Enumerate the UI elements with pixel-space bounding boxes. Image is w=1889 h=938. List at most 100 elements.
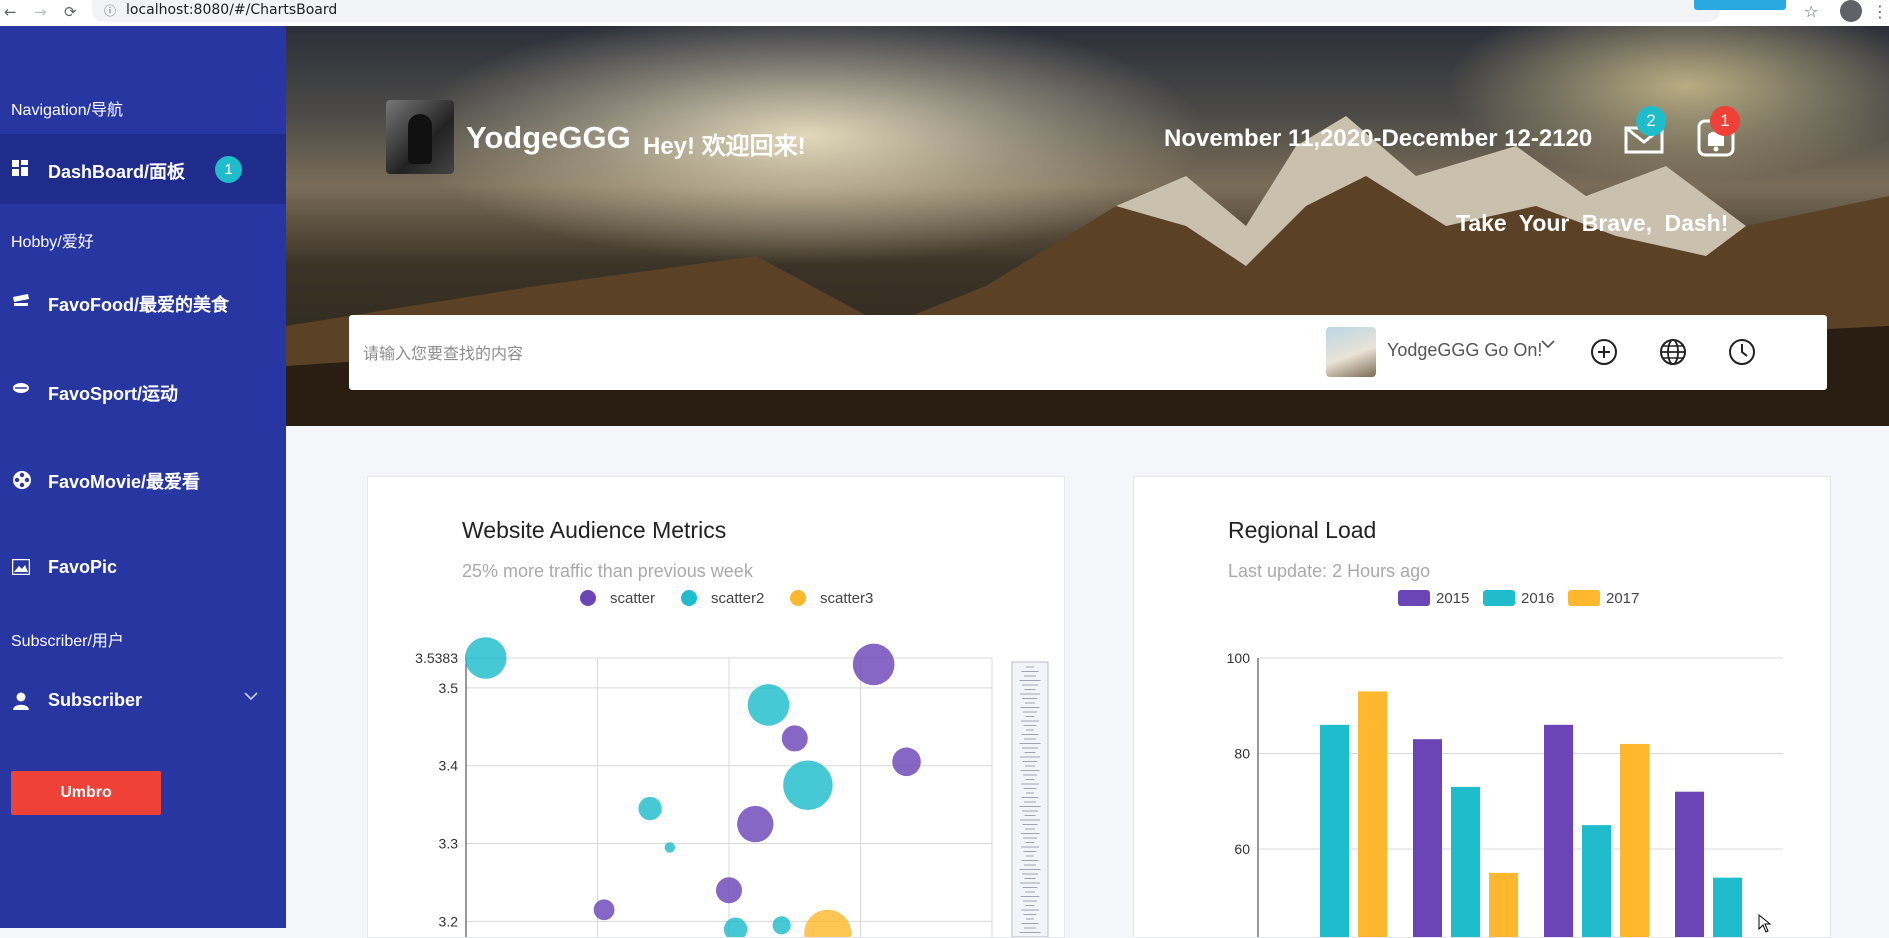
legend-label: 2016 bbox=[1521, 590, 1554, 607]
y-tick-label: 3.2 bbox=[439, 913, 459, 929]
sidebar-group-navigation: Navigation/导航 bbox=[11, 102, 124, 119]
sidebar: Navigation/导航 DashBoard/面板 1 Hobby/爱好 Fa… bbox=[0, 26, 286, 928]
y-tick-label: 3.4 bbox=[439, 758, 459, 774]
hero-greeting: Hey! 欢迎回来! bbox=[643, 133, 806, 160]
forward-button[interactable]: → bbox=[34, 3, 47, 21]
mail-badge: 2 bbox=[1636, 106, 1666, 136]
reload-button[interactable]: ⟳ bbox=[64, 3, 77, 21]
sidebar-item-subscriber[interactable]: Subscriber bbox=[0, 666, 286, 736]
umbro-button[interactable]: Umbro bbox=[11, 771, 161, 815]
y-tick-label: 80 bbox=[1234, 746, 1250, 762]
legend-label: 2015 bbox=[1436, 590, 1469, 607]
hero-banner: YodgeGGG Hey! 欢迎回来! November 11,2020-Dec… bbox=[286, 26, 1889, 426]
bar bbox=[1320, 724, 1349, 937]
movie-icon bbox=[12, 470, 31, 489]
scatter-point bbox=[464, 637, 507, 679]
legend-label: 2017 bbox=[1606, 590, 1639, 607]
scatter-point bbox=[593, 899, 615, 921]
bar bbox=[1489, 872, 1518, 937]
legend-label: scatter bbox=[610, 590, 655, 607]
bar bbox=[1582, 825, 1611, 937]
scatter-point bbox=[664, 842, 676, 853]
legend-marker bbox=[1568, 590, 1600, 606]
mouse-cursor-icon bbox=[1758, 914, 1772, 933]
sidebar-item-favofood[interactable]: FavoFood/最爱的美食 bbox=[0, 267, 286, 337]
legend-marker bbox=[681, 590, 697, 606]
account-avatar-icon[interactable] bbox=[1840, 0, 1862, 22]
sidebar-item-label: FavoPic bbox=[48, 557, 118, 577]
bar bbox=[1358, 691, 1387, 937]
scatter-point bbox=[772, 916, 791, 935]
legend-marker bbox=[580, 590, 596, 606]
user-icon bbox=[12, 692, 30, 710]
user-avatar[interactable] bbox=[386, 100, 454, 174]
scatter-point bbox=[852, 643, 895, 686]
search-input[interactable] bbox=[361, 339, 1265, 367]
scatter-point bbox=[747, 684, 790, 726]
chevron-down-icon[interactable] bbox=[244, 688, 258, 704]
bar bbox=[1675, 791, 1704, 937]
hero-username: YodgeGGG bbox=[466, 120, 631, 155]
sidebar-item-label: FavoMovie/最爱看 bbox=[48, 472, 201, 492]
chevron-down-icon[interactable] bbox=[1541, 337, 1555, 355]
dashboard-icon bbox=[12, 160, 30, 178]
extension-icon[interactable] bbox=[1694, 0, 1786, 10]
scatter-chart: scatter scatter2 scatter3 3.5383 3.5 3.4 3.3 3.… bbox=[415, 590, 1049, 937]
bar bbox=[1413, 739, 1442, 937]
bar bbox=[1713, 877, 1742, 937]
scatter-point bbox=[892, 747, 921, 777]
scatter-point bbox=[783, 760, 833, 810]
sidebar-item-favosport[interactable]: FavoSport/运动 bbox=[0, 356, 286, 426]
sidebar-item-label: FavoFood/最爱的美食 bbox=[48, 295, 229, 315]
bell-badge: 1 bbox=[1710, 106, 1740, 136]
legend-marker bbox=[1483, 590, 1515, 606]
search-bar: YodgeGGG Go On! bbox=[349, 315, 1827, 390]
sidebar-item-label: Subscriber bbox=[48, 690, 143, 710]
sidebar-group-subscriber: Subscriber/用户 bbox=[11, 633, 124, 650]
sidebar-badge: 1 bbox=[215, 156, 242, 183]
audience-metrics-card: Website Audience Metrics 25% more traffi… bbox=[367, 476, 1065, 938]
scatter-point bbox=[716, 877, 742, 904]
legend-label: scatter2 bbox=[711, 590, 764, 607]
food-icon bbox=[12, 293, 30, 311]
sidebar-item-favomovie[interactable]: FavoMovie/最爱看 bbox=[0, 444, 286, 514]
scatter-point bbox=[781, 725, 808, 752]
picture-icon bbox=[11, 558, 31, 577]
bar bbox=[1544, 724, 1573, 937]
legend-marker bbox=[790, 590, 806, 606]
legend-marker bbox=[1398, 590, 1430, 606]
y-tick-label: 100 bbox=[1227, 650, 1251, 666]
hero-tagline: Take Your Brave, Dash! bbox=[1456, 210, 1729, 236]
y-tick-label: 3.3 bbox=[439, 836, 459, 852]
sidebar-item-dashboard[interactable]: DashBoard/面板 1 bbox=[0, 134, 286, 204]
browser-toolbar: ← → ⟳ ⓘ localhost:8080/#/ChartsBoard ☆ ⋮ bbox=[0, 0, 1889, 27]
plus-circle-icon[interactable] bbox=[1589, 337, 1619, 367]
user-dropdown-label[interactable]: YodgeGGG Go On! bbox=[1387, 340, 1542, 361]
sidebar-item-favopic[interactable]: FavoPic bbox=[0, 533, 286, 603]
back-button[interactable]: ← bbox=[4, 3, 17, 21]
bar bbox=[1451, 786, 1480, 937]
y-tick-label: 60 bbox=[1234, 841, 1250, 857]
scatter-point bbox=[638, 796, 662, 821]
date-range: November 11,2020-December 12-2120 bbox=[1164, 125, 1593, 152]
y-tick-label: 3.5383 bbox=[415, 650, 458, 666]
bar bbox=[1620, 743, 1649, 937]
sidebar-group-hobby: Hobby/爱好 bbox=[11, 234, 94, 251]
sport-icon bbox=[12, 382, 30, 400]
sidebar-item-label: FavoSport/运动 bbox=[48, 384, 179, 404]
scatter-point bbox=[737, 805, 774, 843]
address-bar[interactable]: ⓘ localhost:8080/#/ChartsBoard bbox=[92, 0, 1720, 22]
clock-icon[interactable] bbox=[1727, 337, 1757, 367]
browser-menu-icon[interactable]: ⋮ bbox=[1872, 2, 1888, 21]
regional-load-card: Regional Load Last update: 2 Hours ago 2… bbox=[1133, 476, 1831, 938]
scatter-point bbox=[804, 909, 852, 937]
scatter-point bbox=[723, 917, 748, 937]
url-text[interactable]: localhost:8080/#/ChartsBoard bbox=[126, 2, 337, 18]
globe-icon[interactable] bbox=[1658, 337, 1688, 367]
bar-chart: 2015 2016 2017 100 80 60 bbox=[1227, 590, 1783, 937]
user-thumbnail[interactable] bbox=[1326, 327, 1376, 377]
bookmark-star-icon[interactable]: ☆ bbox=[1804, 2, 1818, 21]
y-tick-label: 3.5 bbox=[439, 680, 459, 696]
sidebar-item-label: DashBoard/面板 bbox=[48, 162, 186, 182]
info-icon[interactable]: ⓘ bbox=[104, 2, 116, 19]
